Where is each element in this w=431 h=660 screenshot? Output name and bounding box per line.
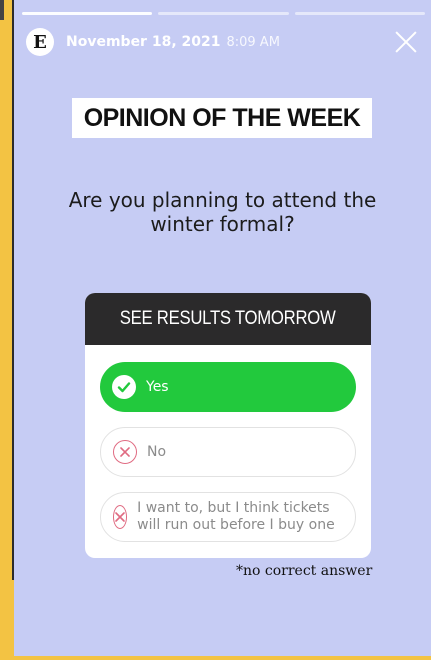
story-progress-bar: [22, 12, 425, 15]
x-circle-icon: [113, 440, 137, 464]
left-frame: [0, 0, 14, 660]
progress-segment: [158, 12, 289, 15]
page-title: OPINION OF THE WEEK: [83, 103, 361, 132]
post-date: November 18, 2021: [66, 34, 221, 50]
post-time: 8:09 AM: [226, 34, 280, 50]
x-circle-icon: [113, 505, 128, 529]
progress-segment: [294, 12, 425, 15]
close-icon[interactable]: [391, 27, 421, 57]
progress-segment: [22, 12, 153, 15]
poll-option-no[interactable]: No: [100, 427, 356, 477]
option-label: No: [147, 443, 167, 460]
option-label: I want to, but I think tickets will run …: [137, 500, 335, 533]
footnote: *no correct answer: [236, 563, 373, 579]
story-viewer: E November 18, 2021 8:09 AM OPINION OF T…: [14, 0, 431, 656]
poll-question: Are you planning to attend the winter fo…: [68, 188, 377, 236]
story-header: E November 18, 2021 8:09 AM: [26, 26, 421, 58]
avatar[interactable]: E: [26, 28, 54, 56]
poll-card: SEE RESULTS TOMORROW Yes No I want to, b…: [85, 293, 371, 558]
headline-banner: OPINION OF THE WEEK: [72, 98, 372, 138]
avatar-logo: E: [33, 31, 47, 53]
check-icon: [112, 375, 136, 399]
frame-divider: [0, 0, 14, 580]
poll-header: SEE RESULTS TOMORROW: [85, 293, 371, 345]
poll-option-tickets[interactable]: I want to, but I think tickets will run …: [100, 492, 356, 542]
poll-title: SEE RESULTS TOMORROW: [120, 308, 336, 329]
frame-corner: [0, 0, 4, 20]
option-label: Yes: [146, 378, 169, 395]
poll-option-yes[interactable]: Yes: [100, 362, 356, 412]
